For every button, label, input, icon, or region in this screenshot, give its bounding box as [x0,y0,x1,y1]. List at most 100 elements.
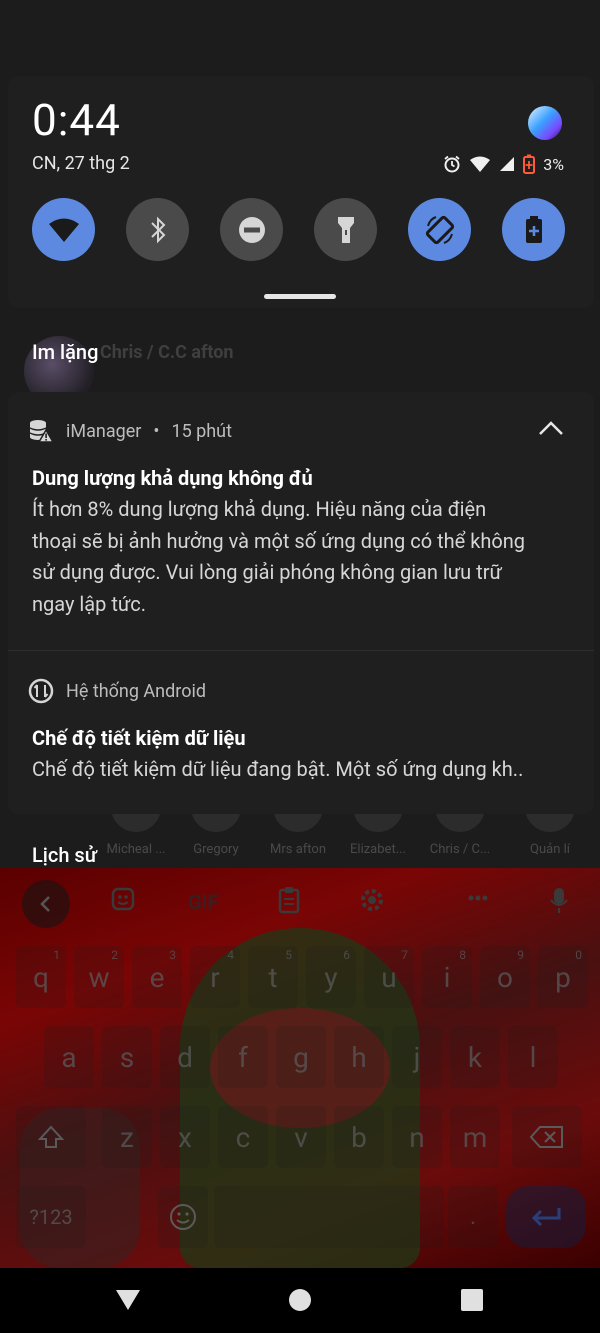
key[interactable]: h [334,1026,384,1088]
wifi-icon [48,218,79,242]
cellular-signal-icon [500,157,515,171]
key[interactable]: 7u [364,946,414,1008]
key[interactable]: f [218,1026,268,1088]
more-icon[interactable] [466,886,490,916]
symbols-key[interactable]: ?123 [16,1186,86,1248]
key[interactable]: 9o [480,946,530,1008]
bluetooth-icon [150,216,165,243]
key[interactable]: 0p [538,946,588,1008]
navigation-bar [0,1268,600,1333]
key[interactable]: m [450,1106,500,1168]
home-circle-icon [289,1289,311,1311]
shift-key[interactable] [16,1106,86,1168]
key[interactable]: 2w [74,946,124,1008]
do-not-disturb-icon [238,216,265,243]
tile-battery-saver[interactable] [502,198,565,261]
key[interactable]: z [102,1106,152,1168]
storage-warning-icon [29,420,54,443]
notification-app-name: Hệ thống Android [66,680,206,702]
recents-button[interactable] [452,1284,492,1316]
key[interactable]: k [450,1026,500,1088]
backspace-icon [530,1126,563,1148]
tile-bluetooth[interactable] [126,198,189,261]
battery-percent: 3% [543,154,564,174]
tile-auto-rotate[interactable] [408,198,471,261]
notification-header: iManager • 15 phút [28,418,232,444]
enter-key[interactable] [506,1186,586,1248]
key[interactable]: x [160,1106,210,1168]
key[interactable]: n [392,1106,442,1168]
key[interactable]: s [102,1026,152,1088]
key[interactable]: 8i [422,946,472,1008]
battery-low-icon [523,154,536,174]
clipboard-icon[interactable] [276,886,302,920]
shift-icon [37,1125,65,1148]
keyboard: GIF 1q 2w 3e 4r 5t 6y 7u 8i 9o 0 p a s d… [0,868,600,1268]
section-silent-label: Im lặng [32,340,99,364]
back-triangle-icon [116,1290,140,1310]
notification-divider [8,650,594,651]
notification-title: Chế độ tiết kiệm dữ liệu [32,726,246,750]
collapse-chevron-button[interactable] [538,420,564,440]
keyboard-row-1: 1q 2w 3e 4r 5t 6y 7u 8i 9o 0p [0,946,600,1010]
dot-separator: • [153,420,160,442]
tile-flashlight[interactable] [314,198,377,261]
keyboard-toolbar: GIF [0,868,600,938]
chevron-up-icon [539,421,563,435]
key[interactable]: g [276,1026,326,1088]
enter-icon [531,1208,561,1227]
keyboard-row-2: a s d f g h j k l [0,1026,600,1090]
android-screen: Chris / C.C afton Micheal ... Gregory Mr… [0,0,600,1333]
notification-header: Hệ thống Android [28,678,206,704]
tile-wifi[interactable] [32,198,95,261]
recents-square-icon [461,1289,483,1311]
back-button[interactable] [108,1284,148,1316]
auto-rotate-icon [425,215,454,244]
key[interactable]: b [334,1106,384,1168]
key[interactable]: j [392,1026,442,1088]
key[interactable]: 1q [16,946,66,1008]
home-button[interactable] [280,1284,320,1316]
key[interactable]: 6y [306,946,356,1008]
keyboard-row-3: z x c v b n m [0,1106,600,1170]
notification-body: Ít hơn 8% dung lượng khả dụng. Hiệu năng… [32,497,526,616]
flashlight-icon [337,216,354,243]
notification-body: Chế độ tiết kiệm dữ liệu đang bật. Một s… [32,757,524,781]
emoji-icon [170,1204,196,1230]
date[interactable]: CN, 27 thg 2 [32,153,130,174]
sticker-icon[interactable] [110,886,136,918]
key[interactable]: 4r [190,946,240,1008]
notification-app-name: iManager [66,420,142,442]
notification-group[interactable]: iManager • 15 phút Dung lượng khả dụng k… [8,392,594,814]
emoji-key[interactable] [158,1186,208,1248]
clock[interactable]: 0:44 [32,94,121,146]
backspace-key[interactable] [512,1106,582,1168]
alarm-icon [444,155,460,173]
launcher-logo-icon[interactable] [528,106,562,140]
quick-settings-panel: 0:44 CN, 27 thg 2 3% [8,76,594,308]
notification-title: Dung lượng khả dụng không đủ [32,466,313,490]
microphone-icon[interactable] [548,886,570,920]
section-history-label: Lịch sử [32,843,97,867]
status-icons: 3% [443,154,564,174]
key[interactable]: d [160,1026,210,1088]
keyboard-back-button[interactable] [22,880,70,928]
space-key[interactable] [214,1186,444,1248]
chevron-left-icon [40,896,50,912]
key[interactable]: c [218,1106,268,1168]
key[interactable]: l [508,1026,558,1088]
quick-tiles [32,198,572,262]
notification-time: 15 phút [171,420,232,442]
gif-button[interactable]: GIF [188,890,218,914]
settings-gear-icon[interactable] [358,886,386,920]
chat-name: Chris / C.C afton [100,342,234,363]
key[interactable]: a [44,1026,94,1088]
data-saver-icon [28,678,54,704]
key[interactable]: 3e [132,946,182,1008]
key[interactable]: 5t [248,946,298,1008]
tile-do-not-disturb[interactable] [220,198,283,261]
drag-handle[interactable] [264,294,336,299]
battery-saver-icon [525,215,542,243]
period-key[interactable]: . [448,1186,498,1248]
key[interactable]: v [276,1106,326,1168]
